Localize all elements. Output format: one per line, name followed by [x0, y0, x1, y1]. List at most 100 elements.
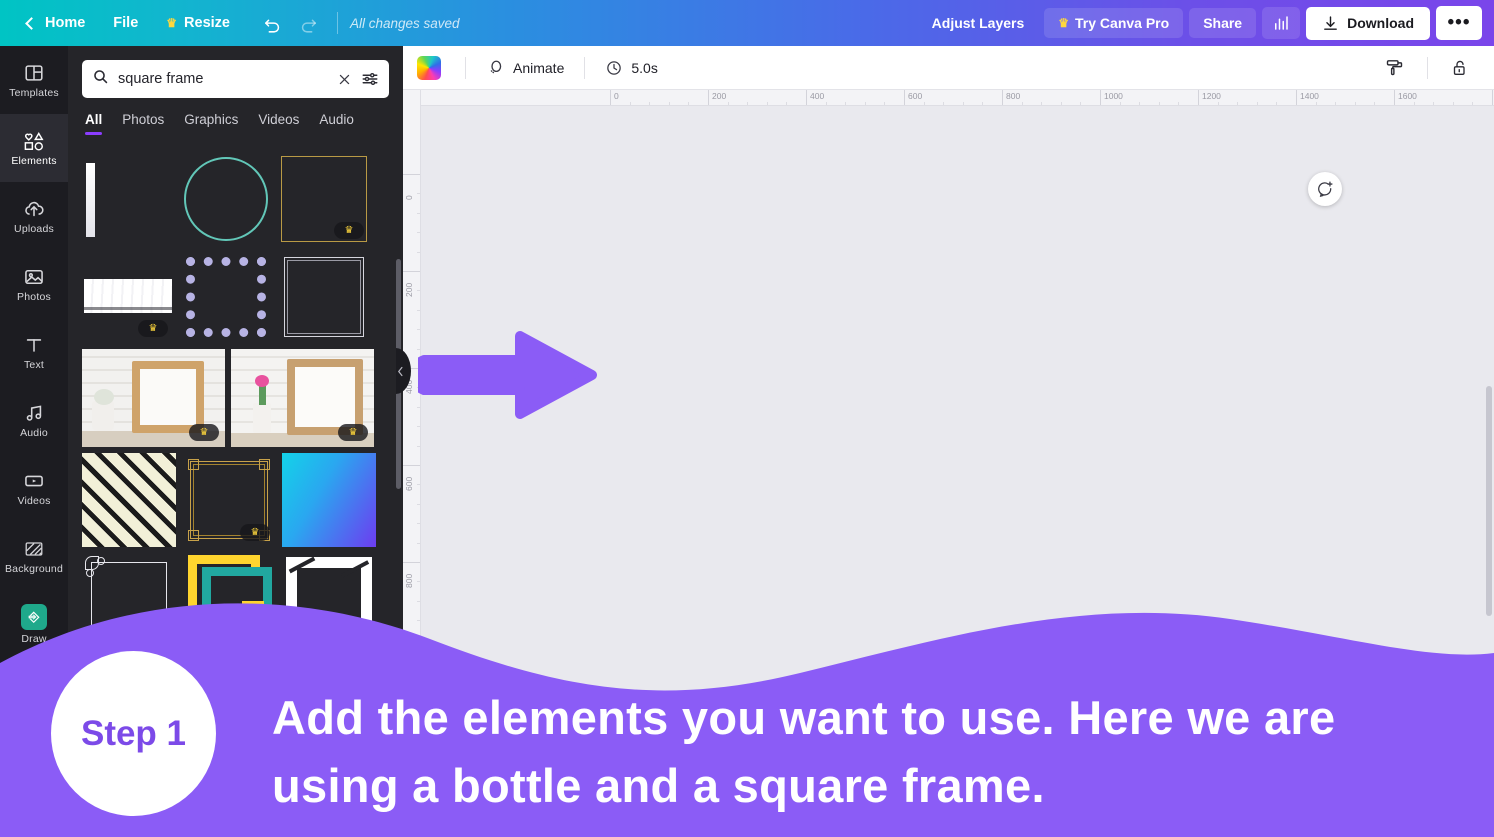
result-item-white-bar-frame[interactable]: [82, 153, 174, 245]
filter-sliders-icon[interactable]: [361, 70, 379, 88]
lock-button[interactable]: [1440, 52, 1480, 84]
result-item-wooden-frame-with-flower-mockup[interactable]: ♛: [231, 349, 374, 447]
crown-icon: ♛: [344, 225, 354, 236]
tab-photos[interactable]: Photos: [122, 112, 164, 135]
result-row: ♛: [82, 251, 389, 343]
result-item-lavender-floral-square-frame[interactable]: [180, 251, 272, 343]
ruler-minor-tick: [1472, 102, 1474, 105]
ruler-tick: [1100, 90, 1101, 105]
ruler-minor-tick: [1374, 102, 1376, 105]
sidebar-item-background[interactable]: Background: [0, 522, 68, 590]
insights-button[interactable]: [1262, 7, 1301, 39]
ruler-minor-tick: [786, 102, 788, 105]
sidebar-item-videos[interactable]: Videos: [0, 454, 68, 522]
duration-label: 5.0s: [631, 59, 658, 76]
result-item-gold-thin-square-frame[interactable]: ♛: [278, 153, 370, 245]
ruler-label: 0: [404, 195, 414, 200]
ruler-minor-tick: [417, 309, 420, 311]
paint-roller-button[interactable]: [1374, 51, 1415, 84]
download-button[interactable]: Download: [1306, 6, 1430, 40]
result-item-white-brush-stroke-frame[interactable]: ♛: [82, 251, 174, 343]
share-button[interactable]: Share: [1189, 8, 1257, 38]
sidebar-item-uploads[interactable]: Uploads: [0, 182, 68, 250]
search-input[interactable]: [118, 71, 328, 87]
tab-audio[interactable]: Audio: [319, 112, 354, 135]
ruler-label: 200: [712, 91, 727, 101]
result-item-gold-ornate-corner-frame[interactable]: ♛: [182, 453, 276, 547]
sidebar-item-photos[interactable]: Photos: [0, 250, 68, 318]
tab-videos[interactable]: Videos: [258, 112, 299, 135]
result-item-white-brushed-square-frame[interactable]: ♛: [282, 553, 376, 647]
templates-icon: [25, 65, 43, 81]
search-row: [68, 46, 403, 98]
top-toolbar-left: Home File ♛ Resize All changes saved: [0, 0, 460, 46]
duration-button[interactable]: 5.0s: [597, 53, 665, 83]
rainbow-color-swatch[interactable]: [417, 55, 441, 80]
audio-icon: [26, 405, 42, 421]
more-options-button[interactable]: •••: [1436, 6, 1482, 40]
ruler-minor-tick: [1119, 102, 1121, 105]
ruler-minor-tick: [1433, 102, 1435, 105]
undo-button[interactable]: [255, 6, 289, 40]
result-item-white-ornamental-corner-frame[interactable]: [82, 553, 176, 647]
search-box[interactable]: [82, 60, 389, 98]
animate-button[interactable]: Animate: [478, 52, 572, 83]
ruler-minor-tick: [417, 290, 420, 292]
redo-button[interactable]: [291, 6, 325, 40]
ruler-tick: [403, 659, 420, 660]
ruler-minor-tick: [1080, 102, 1082, 105]
ruler-label: 800: [404, 573, 414, 588]
ruler-tick: [1492, 90, 1493, 105]
sidebar-item-templates[interactable]: Templates: [0, 46, 68, 114]
videos-icon: [25, 475, 43, 487]
result-item-teal-circle-outline-frame[interactable]: [180, 153, 272, 245]
home-button[interactable]: Home: [14, 9, 98, 37]
ruler-minor-tick: [417, 600, 420, 602]
ruler-minor-tick: [962, 102, 964, 105]
crown-icon: ♛: [250, 527, 260, 538]
ruler-minor-tick: [1335, 102, 1337, 105]
add-comment-button[interactable]: [1308, 172, 1342, 206]
ruler-tick: [1198, 90, 1199, 105]
result-item-wooden-frame-photo-mockup[interactable]: ♛: [82, 349, 225, 447]
ruler-minor-tick: [417, 251, 420, 253]
chevron-left-icon: [25, 16, 38, 30]
tab-photos-label: Photos: [122, 112, 165, 127]
ruler-label: 0: [614, 91, 619, 101]
ruler-minor-tick: [1256, 102, 1258, 105]
tab-all[interactable]: All: [85, 112, 103, 135]
result-item-yellow-teal-offset-square-frame[interactable]: ♛: [182, 553, 276, 647]
adjust-layers-label: Adjust Layers: [931, 15, 1025, 31]
result-item-diagonal-stripes-pattern[interactable]: [82, 453, 176, 547]
try-canva-pro-button[interactable]: ♛ Try Canva Pro: [1044, 8, 1184, 38]
editor-scrollbar[interactable]: [1486, 386, 1492, 616]
ruler-tick: [806, 90, 807, 105]
sidebar-item-elements[interactable]: Elements: [0, 114, 68, 182]
adjust-layers-button[interactable]: Adjust Layers: [918, 8, 1039, 38]
caption-line-2: using a bottle and a square frame.: [272, 759, 1045, 813]
ruler-minor-tick: [727, 102, 729, 105]
sidebar-item-audio[interactable]: Audio: [0, 386, 68, 454]
sidebar-item-draw[interactable]: ⎆ Draw: [0, 590, 68, 658]
sidebar-item-text[interactable]: Text: [0, 318, 68, 386]
step-badge: Step 1: [51, 651, 216, 816]
result-item-cyan-purple-gradient-square[interactable]: [282, 453, 376, 547]
ruler-minor-tick: [845, 102, 847, 105]
ruler-label: 400: [810, 91, 825, 101]
ruler-minor-tick: [417, 639, 420, 641]
result-row: ♛ ♛: [82, 349, 389, 447]
ruler-minor-tick: [668, 102, 670, 105]
ruler-minor-tick: [884, 102, 886, 105]
top-toolbar: Home File ♛ Resize All changes saved Adj…: [0, 0, 1494, 46]
tab-graphics[interactable]: Graphics: [184, 112, 238, 135]
resize-button[interactable]: ♛ Resize: [153, 9, 243, 37]
file-menu-button[interactable]: File: [100, 9, 151, 37]
toolbar-divider: [465, 56, 466, 79]
clear-search-icon[interactable]: [337, 72, 352, 87]
ruler-minor-tick: [417, 678, 420, 680]
ruler-label: 1600: [1398, 91, 1417, 101]
result-row: ♛ ♛: [82, 553, 389, 647]
step-badge-label: Step 1: [80, 713, 187, 753]
result-item-white-double-line-square-frame[interactable]: [278, 251, 370, 343]
animate-icon: [490, 60, 502, 74]
